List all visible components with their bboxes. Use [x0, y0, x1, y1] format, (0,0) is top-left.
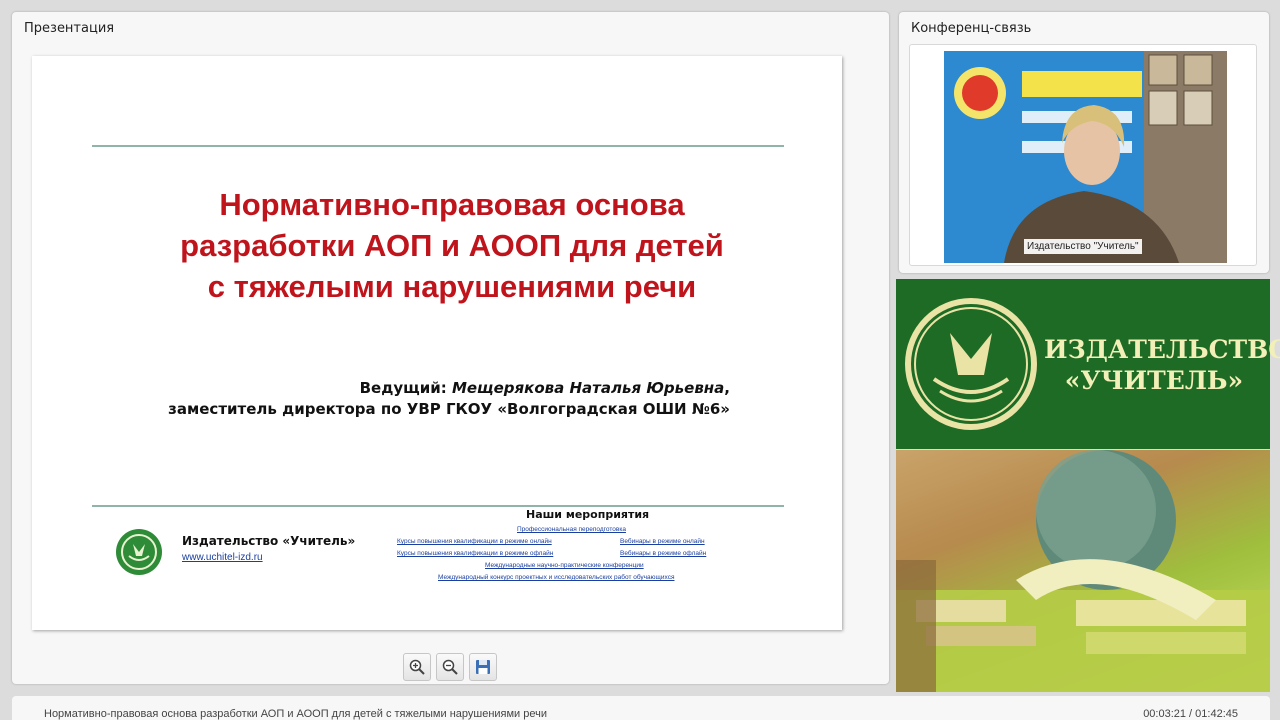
banner-text: ИЗДАТЕЛЬСТВО «УЧИТЕЛЬ»: [1044, 334, 1280, 396]
slide-presenter: Ведущий: Мещерякова Наталья Юрьевна, зам…: [168, 378, 730, 420]
conference-panel-title: Конференц-связь: [911, 21, 1032, 36]
publisher-banner-logo-icon: [905, 298, 1037, 430]
event-link[interactable]: Международный конкурс проектных и исслед…: [438, 574, 674, 581]
status-time: 00:03:21 / 01:42:45: [1143, 708, 1238, 720]
banner-line-1: ИЗДАТЕЛЬСТВО: [1044, 335, 1280, 364]
video-participant-label: Издательство "Учитель": [1024, 239, 1142, 254]
save-icon: [476, 660, 490, 674]
zoom-in-icon: [409, 659, 425, 675]
banner-line-2: «УЧИТЕЛЬ»: [1064, 366, 1244, 395]
presentation-panel-title: Презентация: [24, 21, 115, 36]
presenter-role: заместитель директора по УВР ГКОУ «Волго…: [168, 400, 730, 418]
save-button[interactable]: [469, 653, 497, 681]
slide-top-divider: [92, 145, 784, 147]
slide-title-line-3: с тяжелыми нарушениями речи: [207, 269, 697, 304]
slide-bottom-divider: [92, 505, 784, 507]
webcam-video[interactable]: Издательство "Учитель": [944, 51, 1227, 263]
events-title: Наши мероприятия: [526, 508, 650, 521]
conference-panel: Конференц-связь Издательство "Учитель": [899, 12, 1269, 273]
slide-title-line-1: Нормативно-правовая основа: [219, 187, 685, 222]
event-link[interactable]: Международные научно-практические конфер…: [485, 562, 644, 569]
presenter-line: Ведущий: Мещерякова Наталья Юрьевна,: [168, 378, 730, 399]
event-link[interactable]: Курсы повышения квалификации в режиме оф…: [397, 550, 553, 557]
zoom-out-icon: [442, 659, 458, 675]
publisher-name: Издательство «Учитель»: [182, 534, 356, 548]
presentation-panel: Презентация Нормативно-правовая основа р…: [12, 12, 889, 684]
status-bar: Нормативно-правовая основа разработки АО…: [12, 696, 1270, 720]
presentation-slide: Нормативно-правовая основа разработки АО…: [32, 56, 842, 630]
presenter-prefix: Ведущий:: [359, 379, 452, 397]
webcam-image: [944, 51, 1227, 263]
event-link[interactable]: Курсы повышения квалификации в режиме он…: [397, 538, 552, 545]
event-link[interactable]: Профессиональная переподготовка: [517, 526, 626, 533]
zoom-out-button[interactable]: [436, 653, 464, 681]
slide-title: Нормативно-правовая основа разработки АО…: [112, 184, 792, 307]
books-globe-image: [896, 450, 1270, 692]
event-link[interactable]: Вебинары в режиме онлайн: [620, 538, 705, 545]
publisher-banner: ИЗДАТЕЛЬСТВО «УЧИТЕЛЬ»: [896, 279, 1280, 449]
publisher-logo-icon: [116, 529, 162, 575]
status-title: Нормативно-правовая основа разработки АО…: [44, 708, 548, 720]
event-link[interactable]: Вебинары в режиме офлайн: [620, 550, 706, 557]
slide-title-line-2: разработки АОП и АООП для детей: [180, 228, 724, 263]
presenter-name: Мещерякова Наталья Юрьевна: [451, 379, 725, 397]
video-frame: Издательство "Учитель": [909, 44, 1257, 266]
publisher-link[interactable]: www.uchitel-izd.ru: [182, 552, 263, 563]
zoom-in-button[interactable]: [403, 653, 431, 681]
presenter-suffix: ,: [724, 379, 730, 397]
